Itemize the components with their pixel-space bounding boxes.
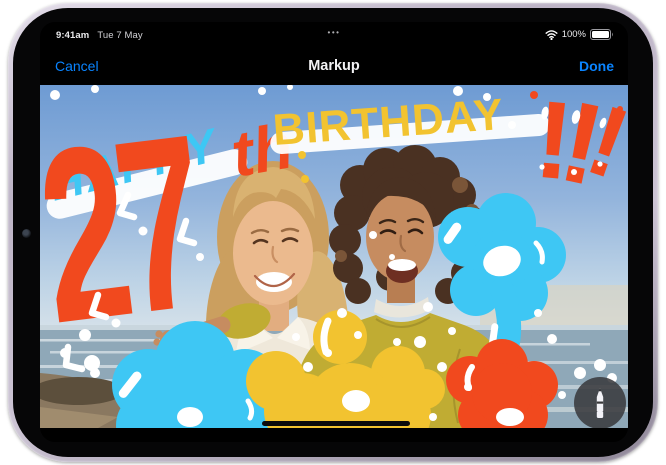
photo-markup-canvas[interactable]: HAPPY 27 xyxy=(40,85,628,428)
markup-title: Markup xyxy=(308,58,360,74)
battery-icon xyxy=(590,29,614,40)
status-date: Tue 7 May xyxy=(97,30,142,41)
pencil-icon xyxy=(574,377,626,428)
status-time: 9:41am xyxy=(56,30,89,41)
battery-percent: 100% xyxy=(562,29,586,40)
screenshot-stage: 9:41am Tue 7 May ••• 100% xyxy=(0,0,666,465)
markup-nav-bar: Cancel Markup Done xyxy=(40,48,628,85)
photo-scene: HAPPY 27 xyxy=(40,85,628,428)
ipad-screen: 9:41am Tue 7 May ••• 100% xyxy=(40,22,628,442)
pencil-tools-button[interactable] xyxy=(574,377,626,428)
status-bar: 9:41am Tue 7 May ••• 100% xyxy=(40,22,628,48)
status-more-dots: ••• xyxy=(328,28,341,37)
wifi-icon xyxy=(545,30,558,40)
cancel-button[interactable]: Cancel xyxy=(55,58,99,74)
front-camera-icon xyxy=(22,229,31,238)
done-button[interactable]: Done xyxy=(579,58,614,74)
home-indicator[interactable] xyxy=(262,421,410,426)
ipad-device-frame: 9:41am Tue 7 May ••• 100% xyxy=(8,3,658,462)
